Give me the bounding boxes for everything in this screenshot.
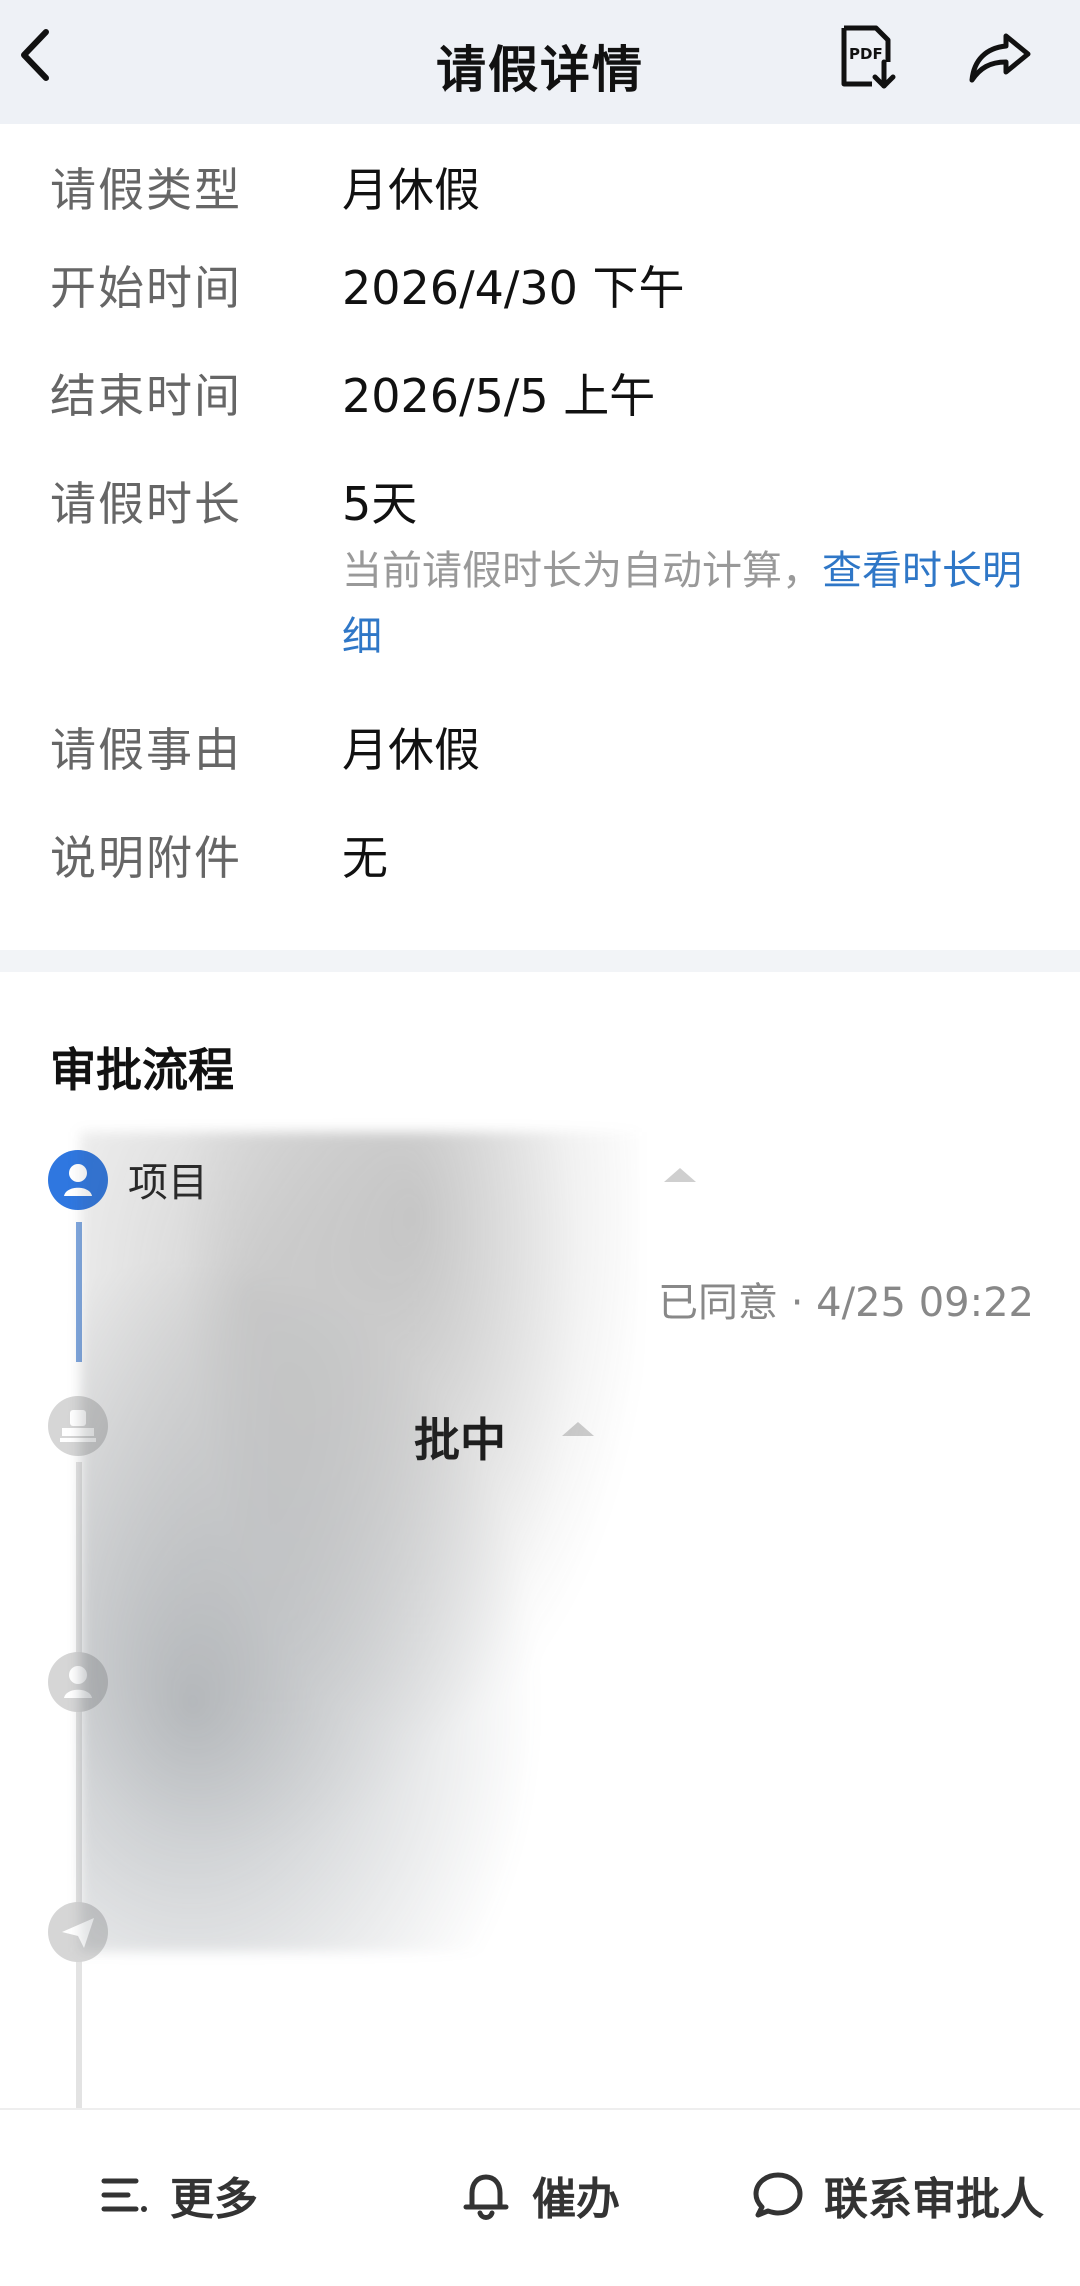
detail-value: 月休假	[342, 723, 480, 777]
detail-label: 请假类型	[50, 163, 242, 217]
approval-flow: 审批流程 项目 已同意 · 4/25 09:22 批中	[0, 972, 1080, 2108]
detail-label: 开始时间	[50, 261, 242, 315]
caret-up-icon[interactable]	[664, 1168, 696, 1182]
duration-hint: 当前请假时长为自动计算，查看时长明细	[342, 538, 1042, 670]
duration-hint-text: 当前请假时长为自动计算，	[342, 548, 822, 594]
bottom-action-bar: 更多 催办 联系审批人	[0, 2108, 1080, 2286]
pdf-download-icon: PDF	[841, 25, 896, 89]
contact-approver-button[interactable]: 联系审批人	[750, 2160, 1044, 2230]
section-divider	[0, 950, 1080, 972]
detail-value: 无	[342, 831, 388, 885]
detail-value: 5天	[342, 477, 418, 531]
share-button[interactable]	[966, 22, 1036, 92]
detail-value: 2026/4/30 下午	[342, 261, 685, 315]
approval-status-done: 已同意 · 4/25 09:22	[658, 1280, 1034, 1326]
contact-approver-label: 联系审批人	[824, 2174, 1044, 2225]
detail-label: 说明附件	[50, 831, 242, 885]
chat-bubble-icon	[753, 2172, 803, 2218]
svg-text:PDF: PDF	[849, 45, 883, 63]
share-icon	[969, 33, 1031, 83]
page-title: 请假详情	[436, 41, 644, 99]
more-label: 更多	[170, 2174, 258, 2225]
more-button[interactable]: 更多	[100, 2160, 258, 2230]
menu-icon	[101, 2178, 147, 2212]
remind-label: 催办	[532, 2174, 620, 2225]
leave-details: 请假类型 月休假 开始时间 2026/4/30 下午 结束时间 2026/5/5…	[0, 124, 1080, 950]
detail-value: 月休假	[342, 163, 480, 217]
detail-value: 2026/5/5 上午	[342, 369, 656, 423]
remind-button[interactable]: 催办	[458, 2160, 620, 2230]
top-bar: 请假详情 PDF	[0, 0, 1080, 124]
bell-icon	[463, 2174, 509, 2220]
pdf-download-button[interactable]: PDF	[832, 22, 902, 92]
redacted-blur	[80, 1132, 640, 1952]
detail-label: 结束时间	[50, 369, 242, 423]
detail-label: 请假事由	[50, 723, 242, 777]
approval-flow-title: 审批流程	[50, 1043, 234, 1097]
detail-label: 请假时长	[50, 477, 242, 531]
